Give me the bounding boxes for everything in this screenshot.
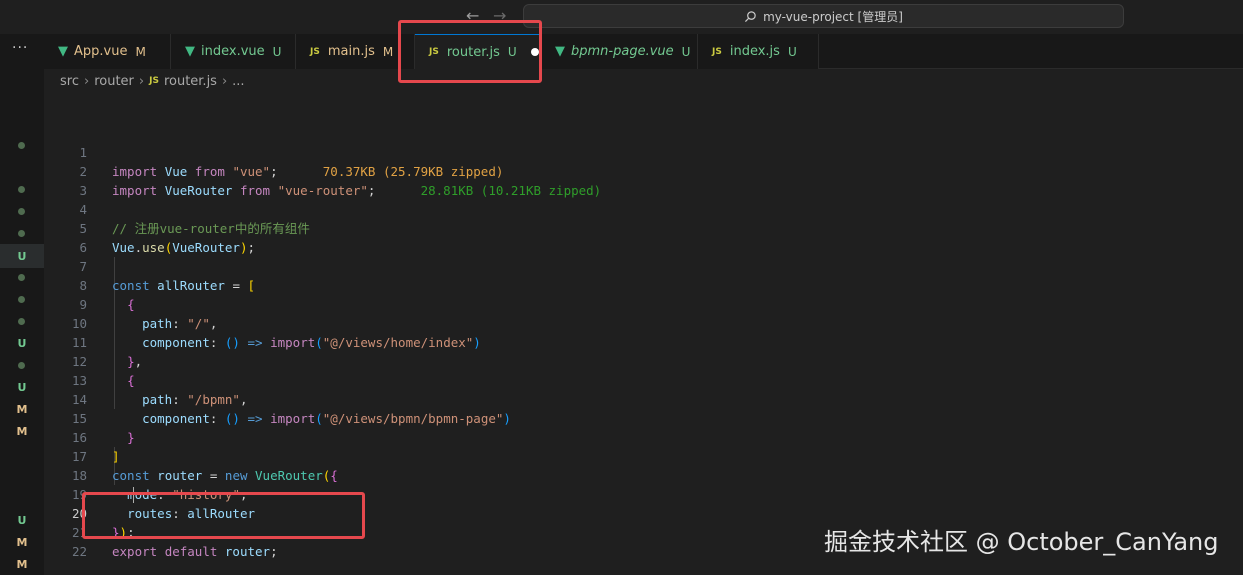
status-dot <box>18 142 25 149</box>
js-icon: JS <box>712 46 722 57</box>
code-line: 18 mode: "history", <box>44 447 1243 502</box>
tab-index-vue[interactable]: ▼ index.vue U <box>171 34 296 69</box>
code-line: 17 const router = new VueRouter({ <box>44 428 1243 483</box>
status-dot <box>18 318 25 325</box>
status-marker: U <box>17 381 27 394</box>
tab-label: App.vue <box>74 44 128 59</box>
line-number: 22 <box>71 544 87 559</box>
status-dot <box>18 230 25 237</box>
status-marker: M <box>16 536 28 549</box>
command-center-search[interactable]: my-vue-project [管理员] <box>523 4 1124 28</box>
code-line: 19 routes: allRouter <box>44 466 1243 521</box>
breadcrumb: src › router › JS router.js › ... <box>60 72 245 90</box>
code-line: 10 component: () => import("@/views/home… <box>44 295 1243 350</box>
chevron-right-icon: › <box>138 73 145 89</box>
status-marker: M <box>16 558 28 571</box>
tab-git-badge: U <box>681 44 691 59</box>
status-marker: U <box>17 337 27 350</box>
editor-tabs: ▼ App.vue M ▼ index.vue U JS main.js M J… <box>44 34 1243 69</box>
status-dot <box>18 362 25 369</box>
code-line: 15 } <box>44 390 1243 445</box>
breadcrumb-item[interactable]: router.js <box>164 74 217 89</box>
more-actions-icon[interactable]: ··· <box>12 40 28 56</box>
breadcrumb-item[interactable]: router <box>94 74 134 89</box>
highlight-box-tab <box>398 20 542 83</box>
code-line: 11 }, <box>44 314 1243 369</box>
tab-bpmn-page-vue[interactable]: ▼ bpmn-page.vue U <box>541 34 698 69</box>
status-dot <box>18 208 25 215</box>
status-marker: M <box>16 425 28 438</box>
tab-index-js[interactable]: JS index.js U <box>698 34 819 69</box>
code-line: 3 <box>44 162 1243 198</box>
status-marker: M <box>16 403 28 416</box>
vue-icon: ▼ <box>555 44 565 59</box>
vue-icon: ▼ <box>185 44 195 59</box>
chevron-right-icon: › <box>83 73 90 89</box>
code-line: 13 path: "/bpmn", <box>44 352 1243 407</box>
tab-git-badge: M <box>382 44 394 59</box>
code-line: 6 <box>44 219 1243 255</box>
code-line: 12 { <box>44 333 1243 388</box>
tab-label: index.js <box>729 44 780 59</box>
breadcrumb-item[interactable]: src <box>60 74 79 89</box>
code-line: 8 { <box>44 257 1243 312</box>
code-line: 1 import Vue from "vue"; 70.37KB (25.79K… <box>44 124 1243 179</box>
code-line: 5 Vue.use(VueRouter); <box>44 200 1243 255</box>
js-icon: JS <box>149 76 159 86</box>
chevron-right-icon: › <box>221 73 228 89</box>
status-dot <box>18 186 25 193</box>
tab-git-badge: U <box>272 44 282 59</box>
code-line: 9 path: "/", <box>44 276 1243 331</box>
tab-label: bpmn-page.vue <box>571 44 674 59</box>
highlight-box-export <box>82 492 365 539</box>
status-dot <box>18 274 25 281</box>
code-line: 16 ] <box>44 409 1243 464</box>
command-center-label: my-vue-project [管理员] <box>763 9 903 24</box>
breadcrumb-item[interactable]: ... <box>232 74 244 89</box>
js-icon: JS <box>310 46 320 57</box>
tab-label: index.vue <box>201 44 265 59</box>
status-marker: U <box>17 514 27 527</box>
tab-git-badge: M <box>135 44 146 59</box>
code-line: 7 const allRouter = [ <box>44 238 1243 293</box>
search-icon <box>745 10 756 22</box>
tab-label: main.js <box>327 44 375 59</box>
status-dot <box>18 296 25 303</box>
status-marker: U <box>17 250 27 263</box>
code-line: 14 component: () => import("@/views/bpmn… <box>44 371 1243 426</box>
tab-app-vue[interactable]: ▼ App.vue M <box>44 34 171 69</box>
watermark-text: 掘金技术社区 @ October_CanYang <box>824 528 1219 556</box>
tab-git-badge: U <box>787 44 797 59</box>
code-line: 4 // 注册vue-router中的所有组件 <box>44 181 1243 236</box>
title-bar: ← → my-vue-project [管理员] <box>0 0 1243 34</box>
vue-icon: ▼ <box>58 44 68 59</box>
code-line: 2 import VueRouter from "vue-router"; 28… <box>44 143 1243 198</box>
activity-bar: ··· U U U M M U M M <box>0 34 44 575</box>
